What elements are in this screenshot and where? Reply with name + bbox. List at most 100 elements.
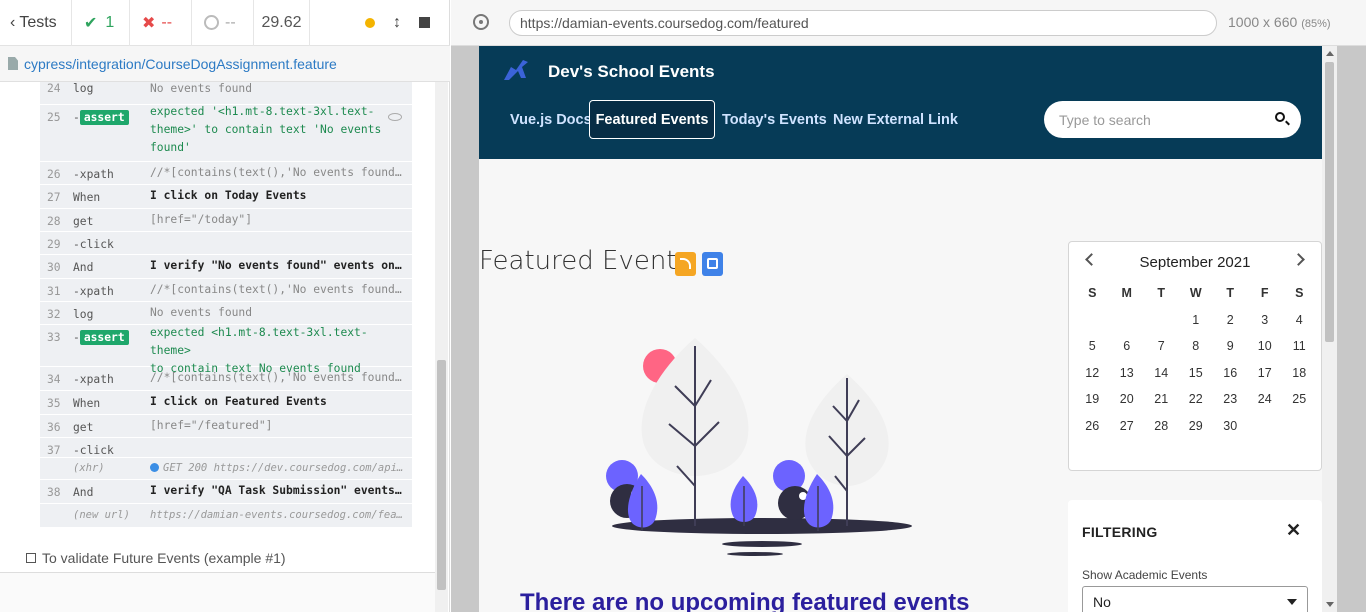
calendar-day[interactable]: 30	[1213, 413, 1248, 440]
nav-featured-events[interactable]: Featured Events	[589, 100, 715, 139]
logo-icon[interactable]	[501, 56, 531, 84]
calendar-day[interactable]: 15	[1179, 360, 1214, 387]
calendar-day[interactable]: 3	[1248, 307, 1283, 334]
calendar-day[interactable]: 21	[1144, 386, 1179, 413]
nav-external-link[interactable]: New External Link	[833, 100, 958, 139]
log-row[interactable]: 30 And I verify "No events found" events…	[40, 255, 412, 279]
calendar-weekday: T	[1157, 286, 1166, 301]
reporter-scrollbar[interactable]	[435, 82, 448, 612]
log-row[interactable]: 38 And I verify "QA Task Submission" eve…	[40, 480, 412, 504]
viewport-zoom: (85%)	[1301, 18, 1331, 30]
scroll-thumb[interactable]	[1325, 62, 1334, 342]
nav-todays-events[interactable]: Today's Events	[722, 100, 827, 139]
log-row[interactable]: 35 When I click on Featured Events	[40, 391, 412, 415]
log-row[interactable]: (new url) https://damian-events.coursedo…	[40, 504, 412, 528]
close-icon[interactable]: ✕	[1286, 520, 1301, 541]
row-number: 33	[47, 331, 61, 344]
calendar-day[interactable]: 9	[1213, 333, 1248, 360]
calendar-day[interactable]: 17	[1248, 360, 1283, 387]
row-number: 25	[47, 111, 61, 124]
scroll-down-icon[interactable]	[1326, 602, 1334, 607]
row-command: -xpath	[73, 285, 114, 298]
row-number: 38	[47, 486, 61, 499]
msg-part: expected	[150, 105, 212, 118]
log-row[interactable]: 28 get [href="/today"]	[40, 209, 412, 232]
calendar-day[interactable]: 19	[1075, 386, 1110, 413]
calendar-day[interactable]: 20	[1110, 386, 1145, 413]
file-icon	[8, 57, 18, 70]
pending-icon	[204, 15, 219, 30]
calendar-day[interactable]: 13	[1110, 360, 1145, 387]
calendar-day[interactable]: 27	[1110, 413, 1145, 440]
log-row[interactable]: 24 log No events found	[40, 82, 412, 105]
calendar-day[interactable]: 23	[1213, 386, 1248, 413]
cross-icon: ✖	[142, 14, 156, 32]
log-row[interactable]: 34 -xpath //*[contains(text(),'No events…	[40, 367, 412, 391]
calendar-day[interactable]: 29	[1179, 413, 1214, 440]
calendar-export-icon[interactable]	[702, 252, 723, 276]
log-row[interactable]: 37 -click	[40, 438, 412, 458]
tests-label: Tests	[19, 13, 57, 31]
stop-icon[interactable]	[419, 17, 430, 28]
search-icon[interactable]	[1275, 112, 1285, 122]
log-row[interactable]: 26 -xpath //*[contains(text(),'No events…	[40, 162, 412, 185]
calendar-day[interactable]: 12	[1075, 360, 1110, 387]
row-message: [href="/today"]	[150, 213, 253, 226]
calendar-day[interactable]: 26	[1075, 413, 1110, 440]
calendar-day[interactable]: 18	[1282, 360, 1317, 387]
calendar-day[interactable]: 2	[1213, 307, 1248, 334]
calendar-day[interactable]: 14	[1144, 360, 1179, 387]
test-future-events[interactable]: To validate Future Events (example #1)	[26, 550, 286, 566]
row-number: 35	[47, 397, 61, 410]
search-placeholder: Type to search	[1059, 111, 1151, 128]
log-row[interactable]: 25 - assert expected '<h1.mt-8.text-3xl.t…	[40, 105, 412, 162]
row-message: No events found	[150, 306, 253, 319]
log-row[interactable]: 33 - assert expected <h1.mt-8.text-3xl.te…	[40, 325, 412, 375]
chevron-left-icon: ‹	[10, 13, 16, 31]
autoscroll-icon[interactable]: ↕	[393, 14, 401, 32]
scroll-up-icon[interactable]	[1326, 51, 1334, 56]
nav-vuejs-docs[interactable]: Vue.js Docs	[510, 100, 592, 139]
spec-path[interactable]: cypress/integration/CourseDogAssignment.…	[24, 56, 337, 72]
status-dot-icon	[365, 17, 375, 28]
rss-icon[interactable]	[675, 252, 696, 276]
calendar-day[interactable]: 6	[1110, 333, 1145, 360]
calendar-day[interactable]: 11	[1282, 333, 1317, 360]
app-scrollbar[interactable]	[1322, 46, 1337, 612]
calendar-day[interactable]: 24	[1248, 386, 1283, 413]
row-message: https://damian-events.coursedog.com/feat…	[150, 509, 406, 521]
calendar-day[interactable]: 7	[1144, 333, 1179, 360]
calendar-day[interactable]: 4	[1282, 307, 1317, 334]
site-brand[interactable]: Dev's School Events	[548, 62, 715, 82]
calendar-day[interactable]: 25	[1282, 386, 1317, 413]
calendar-day[interactable]: 22	[1179, 386, 1214, 413]
url-bar[interactable]: https://damian-events.coursedog.com/feat…	[509, 10, 1217, 36]
calendar-day[interactable]: 16	[1213, 360, 1248, 387]
search-input[interactable]: Type to search	[1044, 101, 1301, 138]
log-row[interactable]: 32 log No events found	[40, 302, 412, 325]
log-row[interactable]: 31 -xpath //*[contains(text(),'No events…	[40, 279, 412, 302]
filter-label: Show Academic Events	[1082, 568, 1208, 582]
log-row[interactable]: 27 When I click on Today Events	[40, 185, 412, 209]
calendar-day[interactable]: 10	[1248, 333, 1283, 360]
calendar-day[interactable]: 28	[1144, 413, 1179, 440]
calendar-day[interactable]: 8	[1179, 333, 1214, 360]
scroll-thumb[interactable]	[437, 360, 446, 590]
pending-value: --	[225, 13, 236, 31]
calendar-day[interactable]: 1	[1179, 307, 1214, 334]
row-command: - assert	[73, 110, 129, 125]
selector-playground-icon[interactable]	[473, 14, 489, 30]
calendar-empty-cell	[1144, 307, 1179, 334]
log-row[interactable]: (xhr) GET 200 https://dev.coursedog.com/…	[40, 458, 412, 480]
assert-badge: assert	[79, 330, 129, 345]
log-row[interactable]: 36 get [href="/featured"]	[40, 415, 412, 438]
passed-count: ✔ 1	[72, 0, 130, 46]
assert-badge: assert	[79, 110, 129, 125]
academic-events-select[interactable]: No	[1082, 586, 1308, 612]
calendar-day[interactable]: 5	[1075, 333, 1110, 360]
row-message: //*[contains(text(),'No events found')]	[150, 283, 406, 296]
log-row[interactable]: 29 -click	[40, 232, 412, 255]
row-message: [href="/featured"]	[150, 419, 273, 432]
tests-button[interactable]: ‹ Tests	[0, 0, 72, 46]
cypress-runner: ‹ Tests ✔ 1 ✖ -- -- 29.62 ↕ cypress/inte…	[0, 0, 1366, 612]
